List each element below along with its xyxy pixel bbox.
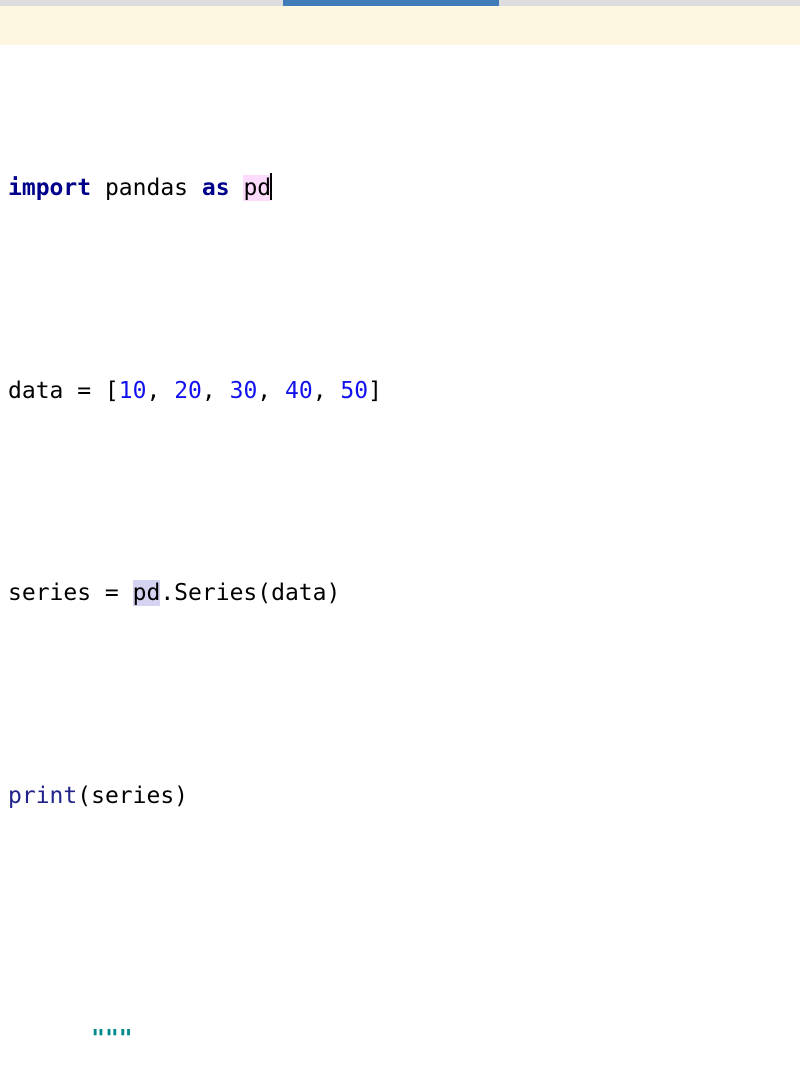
- space-1: [230, 175, 244, 201]
- code-editor[interactable]: import pandas as pd data = [10, 20, 30, …: [0, 0, 800, 1052]
- builtin-print: print: [8, 782, 78, 809]
- list-number-3: 30: [229, 377, 258, 404]
- alias-pd-occurrence: pd: [132, 580, 161, 606]
- list-sep-4: ,: [312, 377, 341, 404]
- code-line-1[interactable]: import pandas as pd: [0, 168, 800, 209]
- keyword-as: as: [201, 175, 230, 201]
- code-line-3[interactable]: series = pd.Series(data): [0, 573, 800, 614]
- list-sep-2: ,: [201, 377, 230, 404]
- module-name-pandas: pandas: [91, 175, 202, 201]
- keyword-import: import: [8, 175, 92, 201]
- code-line-2[interactable]: data = [10, 20, 30, 40, 50]: [0, 371, 800, 412]
- code-line-4[interactable]: print(series): [0, 776, 800, 817]
- text-caret: [270, 173, 273, 200]
- code-line-5[interactable]: """: [0, 978, 800, 1052]
- code-content[interactable]: import pandas as pd data = [10, 20, 30, …: [0, 6, 800, 1072]
- alias-pd-highlighted: pd: [243, 175, 272, 201]
- list-sep-3: ,: [257, 377, 285, 404]
- list-number-1: 10: [118, 377, 147, 404]
- series-constructor-call: .Series(data): [160, 580, 341, 606]
- list-sep-1: ,: [146, 377, 175, 404]
- print-arguments: (series): [77, 782, 189, 809]
- docstring-open-quotes: """: [91, 1025, 133, 1052]
- code-fold-collapse-icon[interactable]: [0, 1019, 15, 1041]
- list-close-bracket: ]: [368, 377, 382, 404]
- assignment-series: series =: [8, 580, 133, 606]
- list-number-5: 50: [340, 377, 369, 404]
- list-number-2: 20: [174, 377, 202, 404]
- assignment-data: data = [: [8, 377, 119, 404]
- list-number-4: 40: [285, 377, 313, 404]
